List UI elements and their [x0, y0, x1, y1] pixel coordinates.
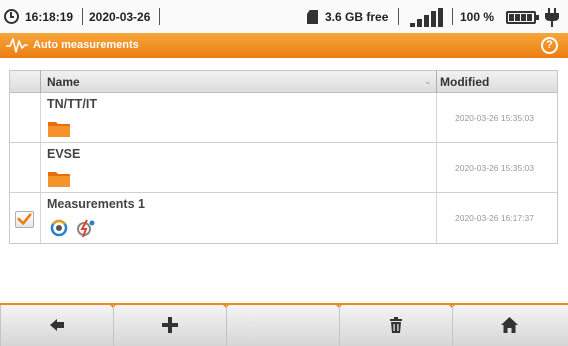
add-button[interactable] — [113, 305, 226, 346]
help-button[interactable]: ? — [541, 37, 558, 54]
waveform-icon — [6, 38, 28, 53]
rcd-test-icon — [77, 219, 95, 238]
status-bar: 16:18:19 2020-03-26 3.6 GB free 100 % — [0, 0, 568, 33]
column-name-header[interactable]: Name — [47, 75, 80, 89]
page-title: Auto measurements — [33, 39, 139, 51]
row-modified: 2020-03-26 15:35:03 — [455, 113, 534, 123]
sort-chevron-icon[interactable]: ⌄ — [424, 76, 432, 87]
row-name: Measurements 1 — [47, 197, 145, 211]
row-name: TN/TT/IT — [47, 97, 97, 111]
table-row[interactable]: Measurements 1 2020-03-26 16:17:37 — [10, 193, 557, 243]
row-checkbox[interactable] — [15, 211, 34, 228]
status-time: 16:18:19 — [25, 10, 74, 24]
table-row[interactable]: EVSE 2020-03-26 15:35:03 — [10, 143, 557, 193]
sd-card-icon — [307, 10, 318, 24]
title-bar: Auto measurements ? — [0, 33, 568, 58]
delete-button[interactable] — [339, 305, 452, 346]
battery-level: 100 % — [460, 10, 495, 24]
loop-impedance-icon — [50, 219, 68, 237]
battery-icon — [506, 11, 539, 24]
empty-button[interactable] — [226, 305, 339, 346]
row-modified: 2020-03-26 15:35:03 — [455, 163, 534, 173]
plug-icon — [545, 8, 559, 27]
signal-icon — [410, 8, 446, 27]
home-button[interactable] — [452, 305, 565, 346]
back-icon — [50, 319, 64, 331]
status-separator — [398, 8, 399, 25]
delete-icon — [390, 317, 402, 333]
file-table: Name ⌄ Modified TN/TT/IT 2020-03-26 15:3… — [9, 70, 558, 244]
row-modified: 2020-03-26 16:17:37 — [455, 213, 534, 223]
storage-free: 3.6 GB free — [325, 10, 389, 24]
folder-icon — [48, 172, 70, 187]
checkmark-icon — [17, 213, 32, 225]
bottom-toolbar — [0, 303, 568, 346]
status-date: 2020-03-26 — [89, 10, 151, 24]
status-separator — [159, 8, 160, 25]
status-separator — [82, 8, 83, 25]
column-modified-header[interactable]: Modified — [440, 75, 489, 89]
folder-icon — [48, 122, 70, 137]
table-header: Name ⌄ Modified — [10, 71, 557, 93]
table-row[interactable]: TN/TT/IT 2020-03-26 15:35:03 — [10, 93, 557, 143]
clock-icon — [4, 9, 19, 24]
home-icon — [501, 317, 518, 333]
back-button[interactable] — [0, 305, 113, 346]
row-name: EVSE — [47, 147, 81, 161]
status-separator — [452, 8, 453, 25]
add-icon — [162, 317, 178, 333]
